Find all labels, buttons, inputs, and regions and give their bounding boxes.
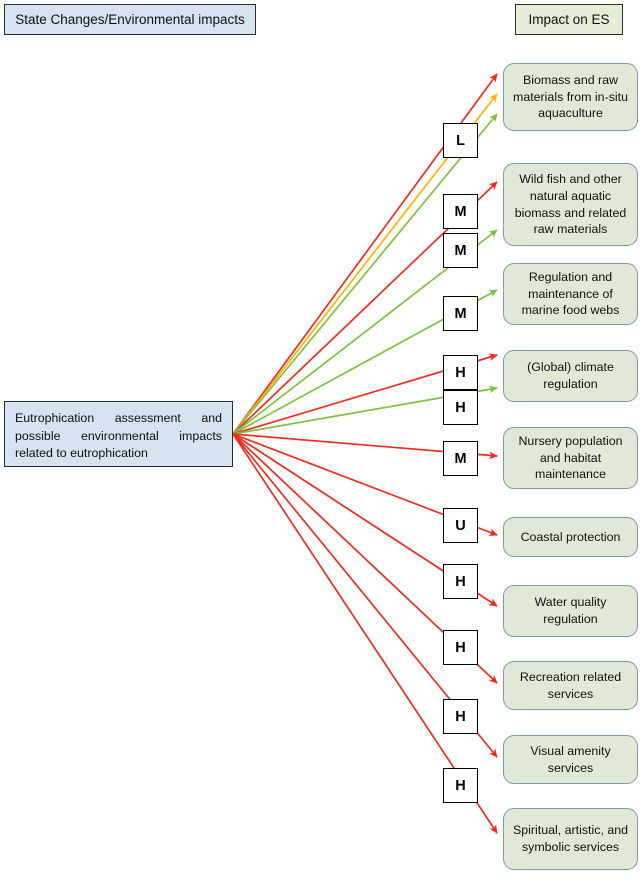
magnitude-box-3: M xyxy=(443,233,478,268)
es-box-1: Biomass and raw materials from in-situ a… xyxy=(503,63,638,131)
magnitude-box-2: M xyxy=(443,194,478,229)
es-box-6: Coastal protection xyxy=(503,517,638,557)
source-eutrophication-box: Eutrophication assessment and possible e… xyxy=(4,401,233,467)
es-box-8: Recreation related services xyxy=(503,661,638,710)
header-state-changes: State Changes/Environmental impacts xyxy=(4,4,256,35)
magnitude-box-5: H xyxy=(443,355,478,390)
magnitude-box-1: L xyxy=(443,123,478,158)
header-impact-on-es: Impact on ES xyxy=(515,4,623,35)
es-box-4: (Global) climate regulation xyxy=(503,350,638,402)
magnitude-box-11: H xyxy=(443,699,478,734)
es-box-3: Regulation and maintenance of marine foo… xyxy=(503,263,638,325)
es-box-7: Water quality regulation xyxy=(503,585,638,637)
es-box-9: Visual amenity services xyxy=(503,735,638,784)
es-box-2: Wild fish and other natural aquatic biom… xyxy=(503,163,638,246)
es-box-5: Nursery population and habitat maintenan… xyxy=(503,427,638,489)
magnitude-box-4: M xyxy=(443,296,478,331)
magnitude-box-8: U xyxy=(443,508,478,543)
magnitude-box-12: H xyxy=(443,768,478,803)
magnitude-box-7: M xyxy=(443,441,478,476)
es-box-10: Spiritual, artistic, and symbolic servic… xyxy=(503,808,638,870)
magnitude-box-6: H xyxy=(443,390,478,425)
magnitude-box-10: H xyxy=(443,630,478,665)
magnitude-box-9: H xyxy=(443,564,478,599)
diagram-canvas: State Changes/Environmental impacts Impa… xyxy=(0,0,642,886)
